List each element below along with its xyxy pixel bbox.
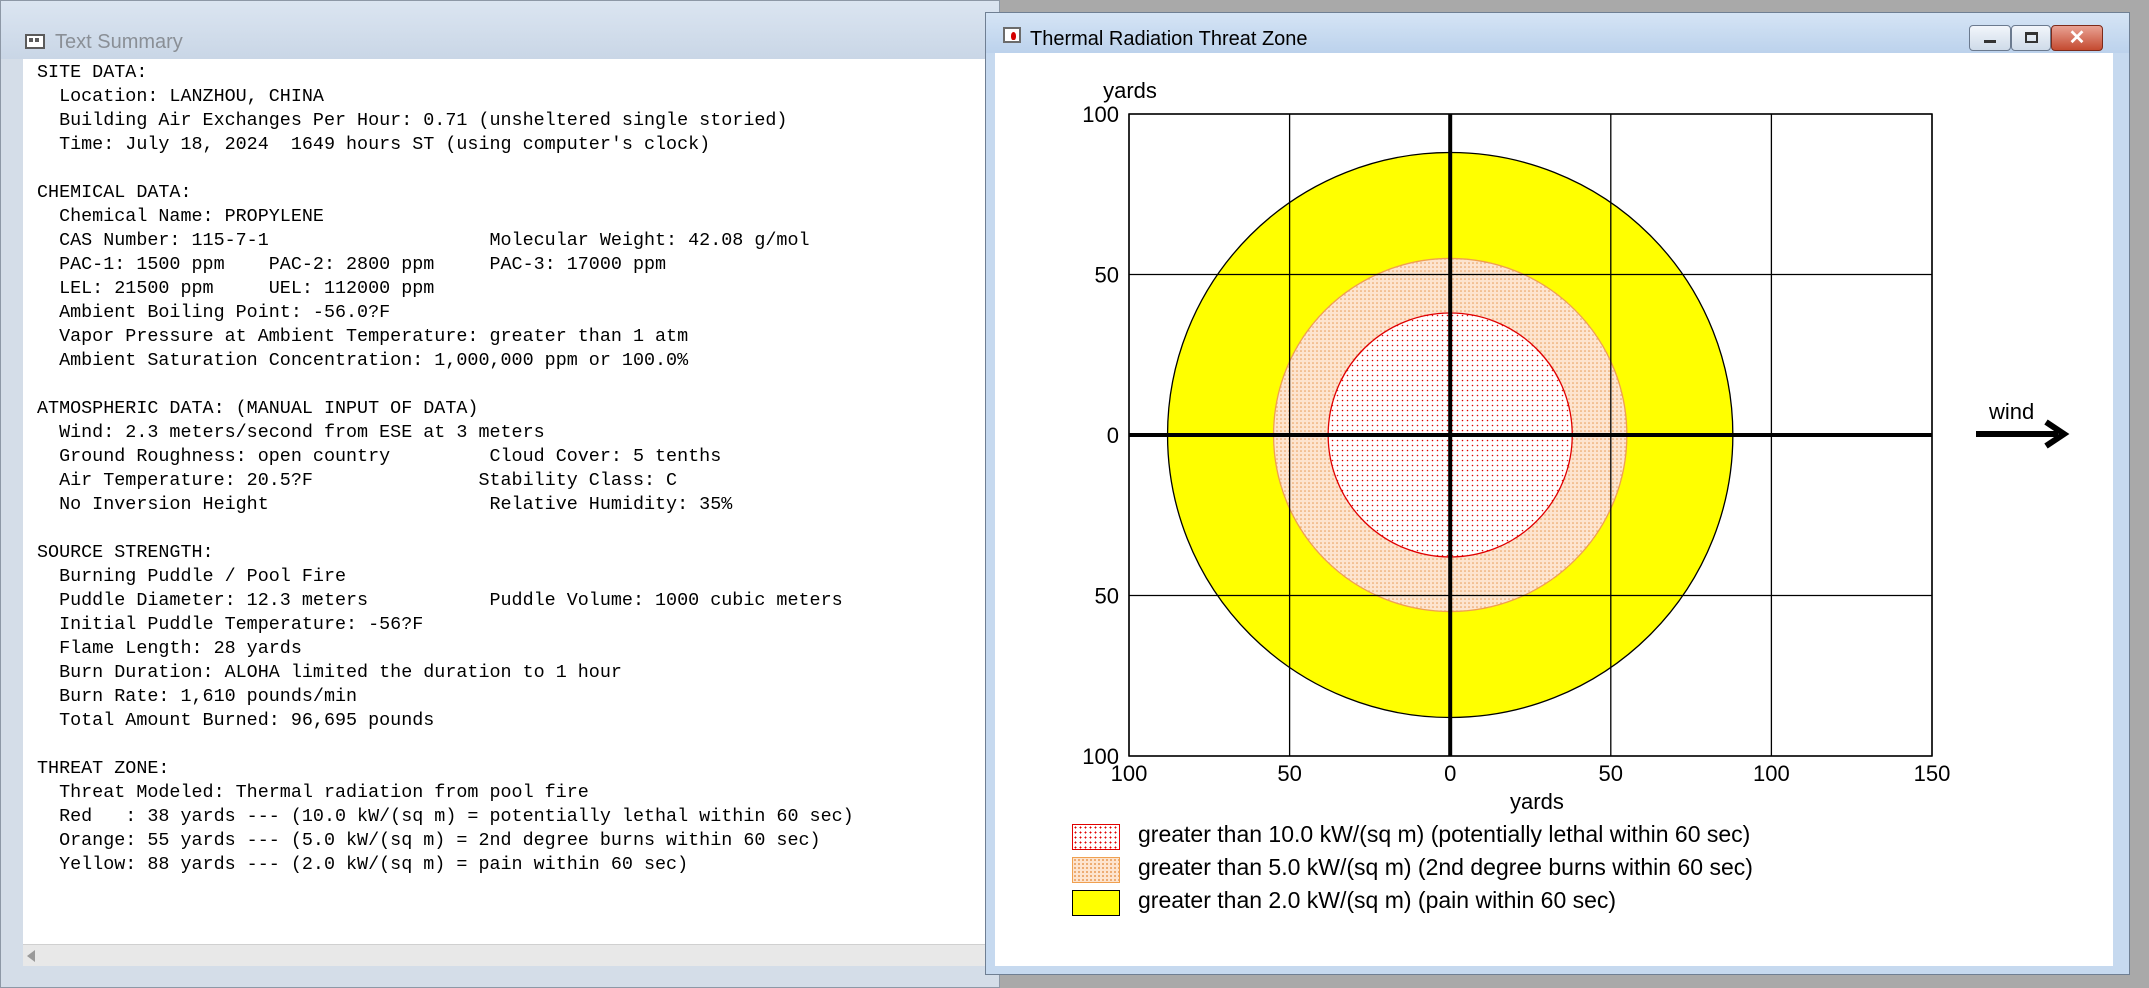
summary-line: Chemical Name: PROPYLENE [37,206,324,227]
y-tick-label: 50 [1095,263,1119,288]
summary-line: Burning Puddle / Pool Fire [37,566,347,587]
x-tick-label: 50 [1599,761,1623,786]
summary-line: Yellow: 88 yards --- (2.0 kW/(sq m) = pa… [37,854,689,875]
summary-line: ATMOSPHERIC DATA: (MANUAL INPUT OF DATA) [37,398,479,419]
close-icon: ✕ [2068,27,2086,49]
threat-zone-title: Thermal Radiation Threat Zone [1030,28,1308,50]
summary-line: Wind: 2.3 meters/second from ESE at 3 me… [37,422,545,443]
x-tick-label: 50 [1277,761,1301,786]
minimize-icon [1984,40,1996,43]
summary-line: Time: July 18, 2024 1649 hours ST (using… [37,134,711,155]
x-tick-label: 0 [1444,761,1456,786]
legend-label-yellow: greater than 2.0 kW/(sq m) (pain within … [1138,887,1617,913]
summary-line: SITE DATA: [37,62,148,83]
summary-line [37,517,854,541]
summary-line: LEL: 21500 ppm UEL: 112000 ppm [37,278,435,299]
summary-line: Red : 38 yards --- (10.0 kW/(sq m) = pot… [37,806,854,827]
y-tick-label: 50 [1095,584,1119,609]
y-tick-label: 0 [1107,423,1119,448]
threat-zone-app-icon [1003,27,1021,43]
threat-zone-window: Thermal Radiation Threat Zone ✕ 100 50 0 50… [985,12,2130,975]
summary-line: THREAT ZONE: [37,758,170,779]
summary-line: CHEMICAL DATA: [37,182,192,203]
y-axis-label: yards [1103,78,1157,103]
summary-line: Ground Roughness: open country Cloud Cov… [37,446,722,467]
legend-label-red: greater than 10.0 kW/(sq m) (potentially… [1138,821,1751,847]
y-tick-label: 100 [1082,102,1119,127]
text-summary-title: Text Summary [55,31,183,53]
threat-zone-plot-area: 100 50 0 50 100 150 100 50 0 50 100 yards yards wind… [995,53,2113,966]
legend-swatch-orange [1072,857,1120,883]
summary-text-block: SITE DATA: Location: LANZHOU, CHINA Buil… [37,61,854,877]
summary-line: Flame Length: 28 yards [37,638,302,659]
summary-line: Total Amount Burned: 96,695 pounds [37,710,435,731]
summary-line: Orange: 55 yards --- (5.0 kW/(sq m) = 2n… [37,830,821,851]
close-button[interactable]: ✕ [2051,25,2103,51]
summary-line: Location: LANZHOU, CHINA [37,86,324,107]
x-tick-label: 150 [1914,761,1951,786]
summary-line: Threat Modeled: Thermal radiation from p… [37,782,589,803]
summary-line: Air Temperature: 20.5?F Stability Class:… [37,470,678,491]
summary-line: Vapor Pressure at Ambient Temperature: g… [37,326,689,347]
summary-line: Burn Rate: 1,610 pounds/min [37,686,358,707]
summary-line: No Inversion Height Relative Humidity: 3… [37,494,733,515]
summary-line [37,373,854,397]
summary-line: Ambient Saturation Concentration: 1,000,… [37,350,689,371]
legend-swatch-yellow [1072,890,1120,916]
summary-line: Ambient Boiling Point: -56.0?F [37,302,391,323]
summary-line: PAC-1: 1500 ppm PAC-2: 2800 ppm PAC-3: 1… [37,254,667,275]
horizontal-scrollbar[interactable] [23,944,1003,966]
legend-label-orange: greater than 5.0 kW/(sq m) (2nd degree b… [1138,854,1753,880]
summary-line: SOURCE STRENGTH: [37,542,214,563]
wind-arrow-icon [1976,419,2070,449]
x-tick-label: 100 [1753,761,1790,786]
summary-line: Puddle Diameter: 12.3 meters Puddle Volu… [37,590,843,611]
window-app-icon [25,34,45,49]
summary-line: Initial Puddle Temperature: -56?F [37,614,424,635]
text-summary-titlebar[interactable]: Text Summary [1,1,999,59]
summary-line: CAS Number: 115-7-1 Molecular Weight: 42… [37,230,810,251]
legend-swatch-red [1072,824,1120,850]
maximize-button[interactable] [2011,25,2051,51]
maximize-icon [2025,32,2038,43]
summary-line [37,157,854,181]
y-tick-label: 100 [1082,744,1119,769]
text-summary-window: Text Summary SITE DATA: Location: LANZHO… [0,0,1003,988]
minimize-button[interactable] [1969,25,2011,51]
text-summary-content: SITE DATA: Location: LANZHOU, CHINA Buil… [23,59,1003,944]
summary-line: Building Air Exchanges Per Hour: 0.71 (u… [37,110,788,131]
x-axis-label: yards [1510,789,1564,814]
scroll-left-arrow-icon[interactable] [27,950,35,962]
threat-zone-titlebar[interactable]: Thermal Radiation Threat Zone ✕ [986,13,2129,53]
summary-line [37,733,854,757]
summary-line: Burn Duration: ALOHA limited the duratio… [37,662,622,683]
